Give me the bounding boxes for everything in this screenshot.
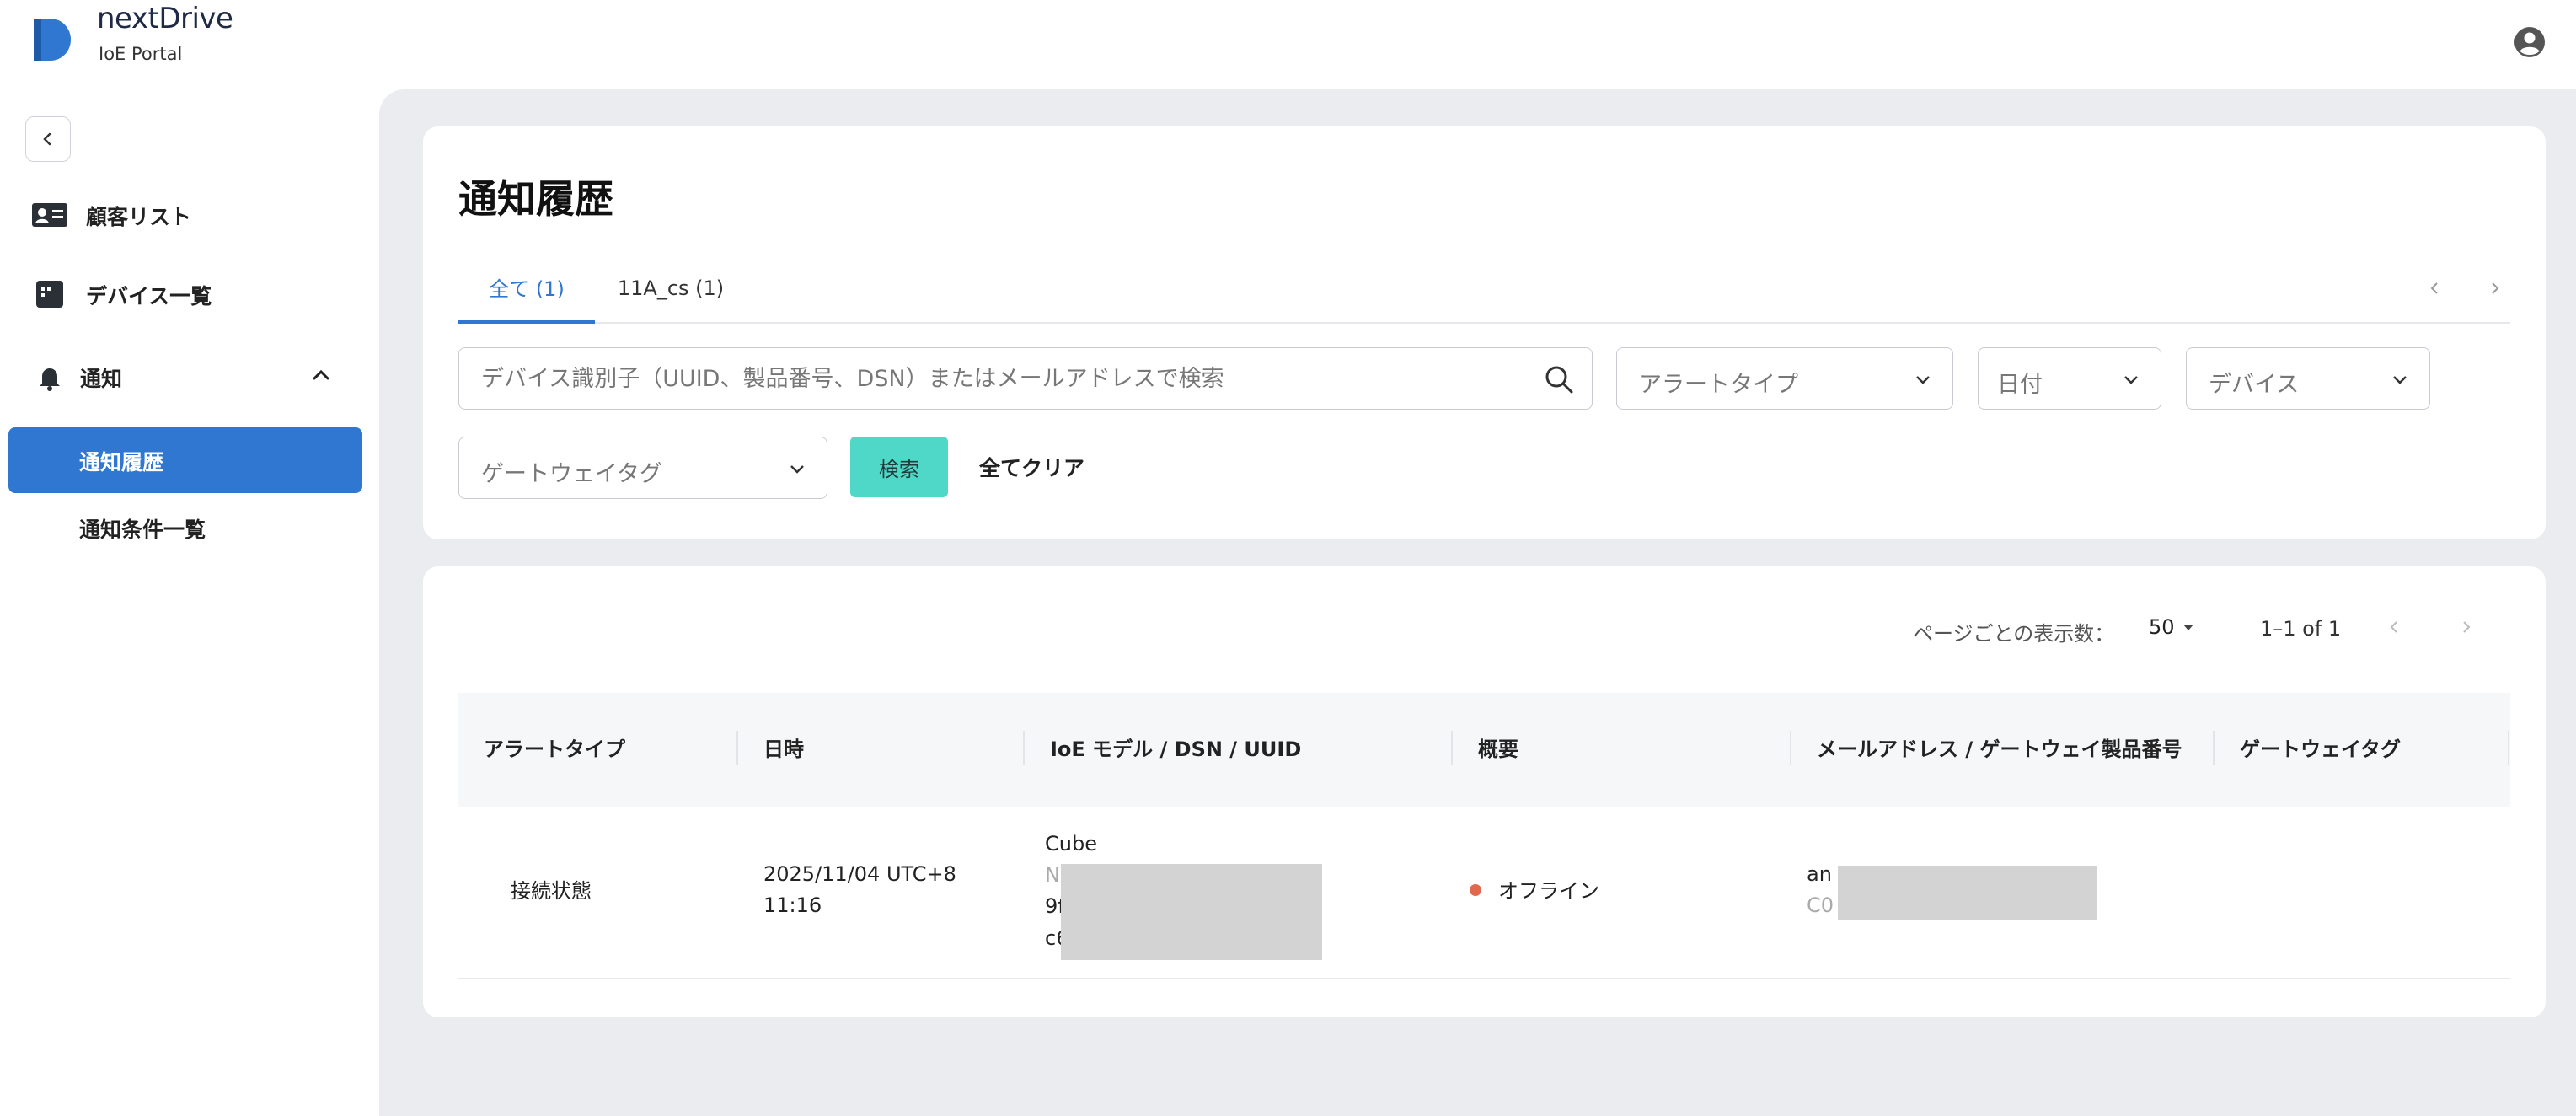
tab-scroll-right-button[interactable]: [2477, 271, 2511, 305]
rows-per-page-label: ページごとの表示数：: [1913, 622, 2115, 646]
filter-card: 通知履歴 全て (1) 11A_cs (1) アラートタイプ 日付 デバイス ゲ…: [423, 126, 2546, 539]
chevron-left-icon: [43, 132, 51, 146]
brand-name: nextDrive: [97, 2, 233, 35]
previous-page-button[interactable]: [2378, 610, 2412, 644]
search-field[interactable]: [458, 347, 1593, 410]
model-name: Cube: [1045, 832, 1097, 856]
summary-text: オフライン: [1498, 879, 1599, 903]
device-select[interactable]: デバイス: [2186, 347, 2430, 410]
redacted-block: [1061, 864, 1322, 960]
pagination-range: 1–1 of 1: [2260, 617, 2342, 641]
alert-type-select[interactable]: アラートタイプ: [1616, 347, 1953, 410]
chevron-down-icon: [1916, 376, 1930, 384]
redacted-block: [1838, 866, 2097, 920]
gateway-serial-value: C0: [1807, 893, 1834, 918]
column-header-gateway-tag[interactable]: ゲートウェイタグ: [2215, 693, 2509, 807]
cell-email-gateway: an C0: [1807, 859, 1834, 921]
chevron-left-icon: [2390, 621, 2397, 633]
customer-card-icon: [32, 203, 67, 227]
date-placeholder: 日付: [1997, 372, 2043, 398]
sidebar-subitem-label: 通知条件一覧: [79, 518, 206, 542]
sidebar-item-label: デバイス一覧: [86, 284, 212, 309]
bell-icon: [40, 368, 60, 391]
device-icon: [36, 281, 63, 308]
chevron-up-icon[interactable]: [308, 362, 334, 388]
top-bar: nextDrive IoE Portal: [0, 0, 2576, 84]
rows-per-page-value: 50: [2149, 615, 2175, 639]
chevron-down-icon: [2124, 376, 2138, 384]
search-button[interactable]: 検索: [850, 437, 948, 497]
cell-summary: オフライン: [1470, 876, 1599, 907]
table-header: アラートタイプ 日時 IoE モデル / DSN / UUID 概要 メールアド…: [458, 693, 2510, 807]
gateway-tag-select[interactable]: ゲートウェイタグ: [458, 437, 827, 499]
datetime-date: 2025/11/04 UTC+8: [763, 862, 956, 886]
sidebar-item-customers[interactable]: 顧客リスト: [0, 182, 379, 248]
status-dot: [1470, 884, 1481, 896]
sidebar-subitem-label: 通知履歴: [79, 450, 164, 475]
chevron-right-icon: [2463, 621, 2471, 633]
cell-alert-type: 接続状態: [511, 879, 592, 903]
clear-all-button[interactable]: 全てクリア: [979, 452, 1084, 482]
brand-subtitle: IoE Portal: [99, 44, 183, 64]
sidebar-subitem-notification-conditions[interactable]: 通知条件一覧: [8, 495, 362, 561]
datetime-time: 11:16: [763, 893, 822, 918]
sidebar-item-label: 通知: [80, 367, 123, 391]
sidebar-collapse-button[interactable]: [25, 116, 71, 162]
column-header-summary[interactable]: 概要: [1453, 693, 1790, 807]
chevron-right-icon: [2492, 282, 2499, 294]
column-header-email-gateway[interactable]: メールアドレス / ゲートウェイ製品番号: [1791, 693, 2213, 807]
column-header-model-dsn-uuid[interactable]: IoE モデル / DSN / UUID: [1025, 693, 1451, 807]
nextdrive-logo: [34, 19, 71, 61]
gateway-tag-placeholder: ゲートウェイタグ: [481, 461, 662, 487]
column-header-alert-type[interactable]: アラートタイプ: [458, 693, 736, 807]
tab-11a-cs[interactable]: 11A_cs (1): [595, 253, 747, 324]
caret-down-icon: [2182, 625, 2193, 630]
chevron-left-icon: [2430, 282, 2438, 294]
results-card: ページごとの表示数： 50 1–1 of 1 アラートタイプ 日時 IoE モデ…: [423, 566, 2546, 1017]
account-icon[interactable]: [2513, 25, 2547, 59]
sidebar-item-devices[interactable]: デバイス一覧: [0, 261, 379, 327]
search-icon[interactable]: [1543, 363, 1575, 395]
rows-per-page-select[interactable]: 50: [2149, 615, 2195, 639]
sidebar-subitem-notification-history[interactable]: 通知履歴: [8, 427, 362, 493]
tab-scroll-left-button[interactable]: [2418, 271, 2452, 305]
device-placeholder: デバイス: [2209, 372, 2300, 398]
search-input[interactable]: [459, 348, 1592, 409]
tab-bar: 全て (1) 11A_cs (1): [458, 253, 2510, 324]
column-divider: [2508, 731, 2509, 765]
column-header-datetime[interactable]: 日時: [738, 693, 1023, 807]
email-value: an: [1807, 862, 1832, 886]
chevron-down-icon: [790, 465, 804, 474]
sidebar-item-label: 顧客リスト: [86, 205, 192, 229]
chevron-down-icon: [2393, 376, 2407, 384]
cell-datetime: 2025/11/04 UTC+8 11:16: [763, 859, 956, 921]
next-page-button[interactable]: [2449, 610, 2482, 644]
date-select[interactable]: 日付: [1978, 347, 2161, 410]
alert-type-placeholder: アラートタイプ: [1639, 372, 1798, 398]
tab-all[interactable]: 全て (1): [458, 253, 595, 324]
page-title: 通知履歴: [458, 176, 613, 222]
table-row[interactable]: 接続状態 2025/11/04 UTC+8 11:16 Cube N 9f c6…: [458, 807, 2510, 979]
